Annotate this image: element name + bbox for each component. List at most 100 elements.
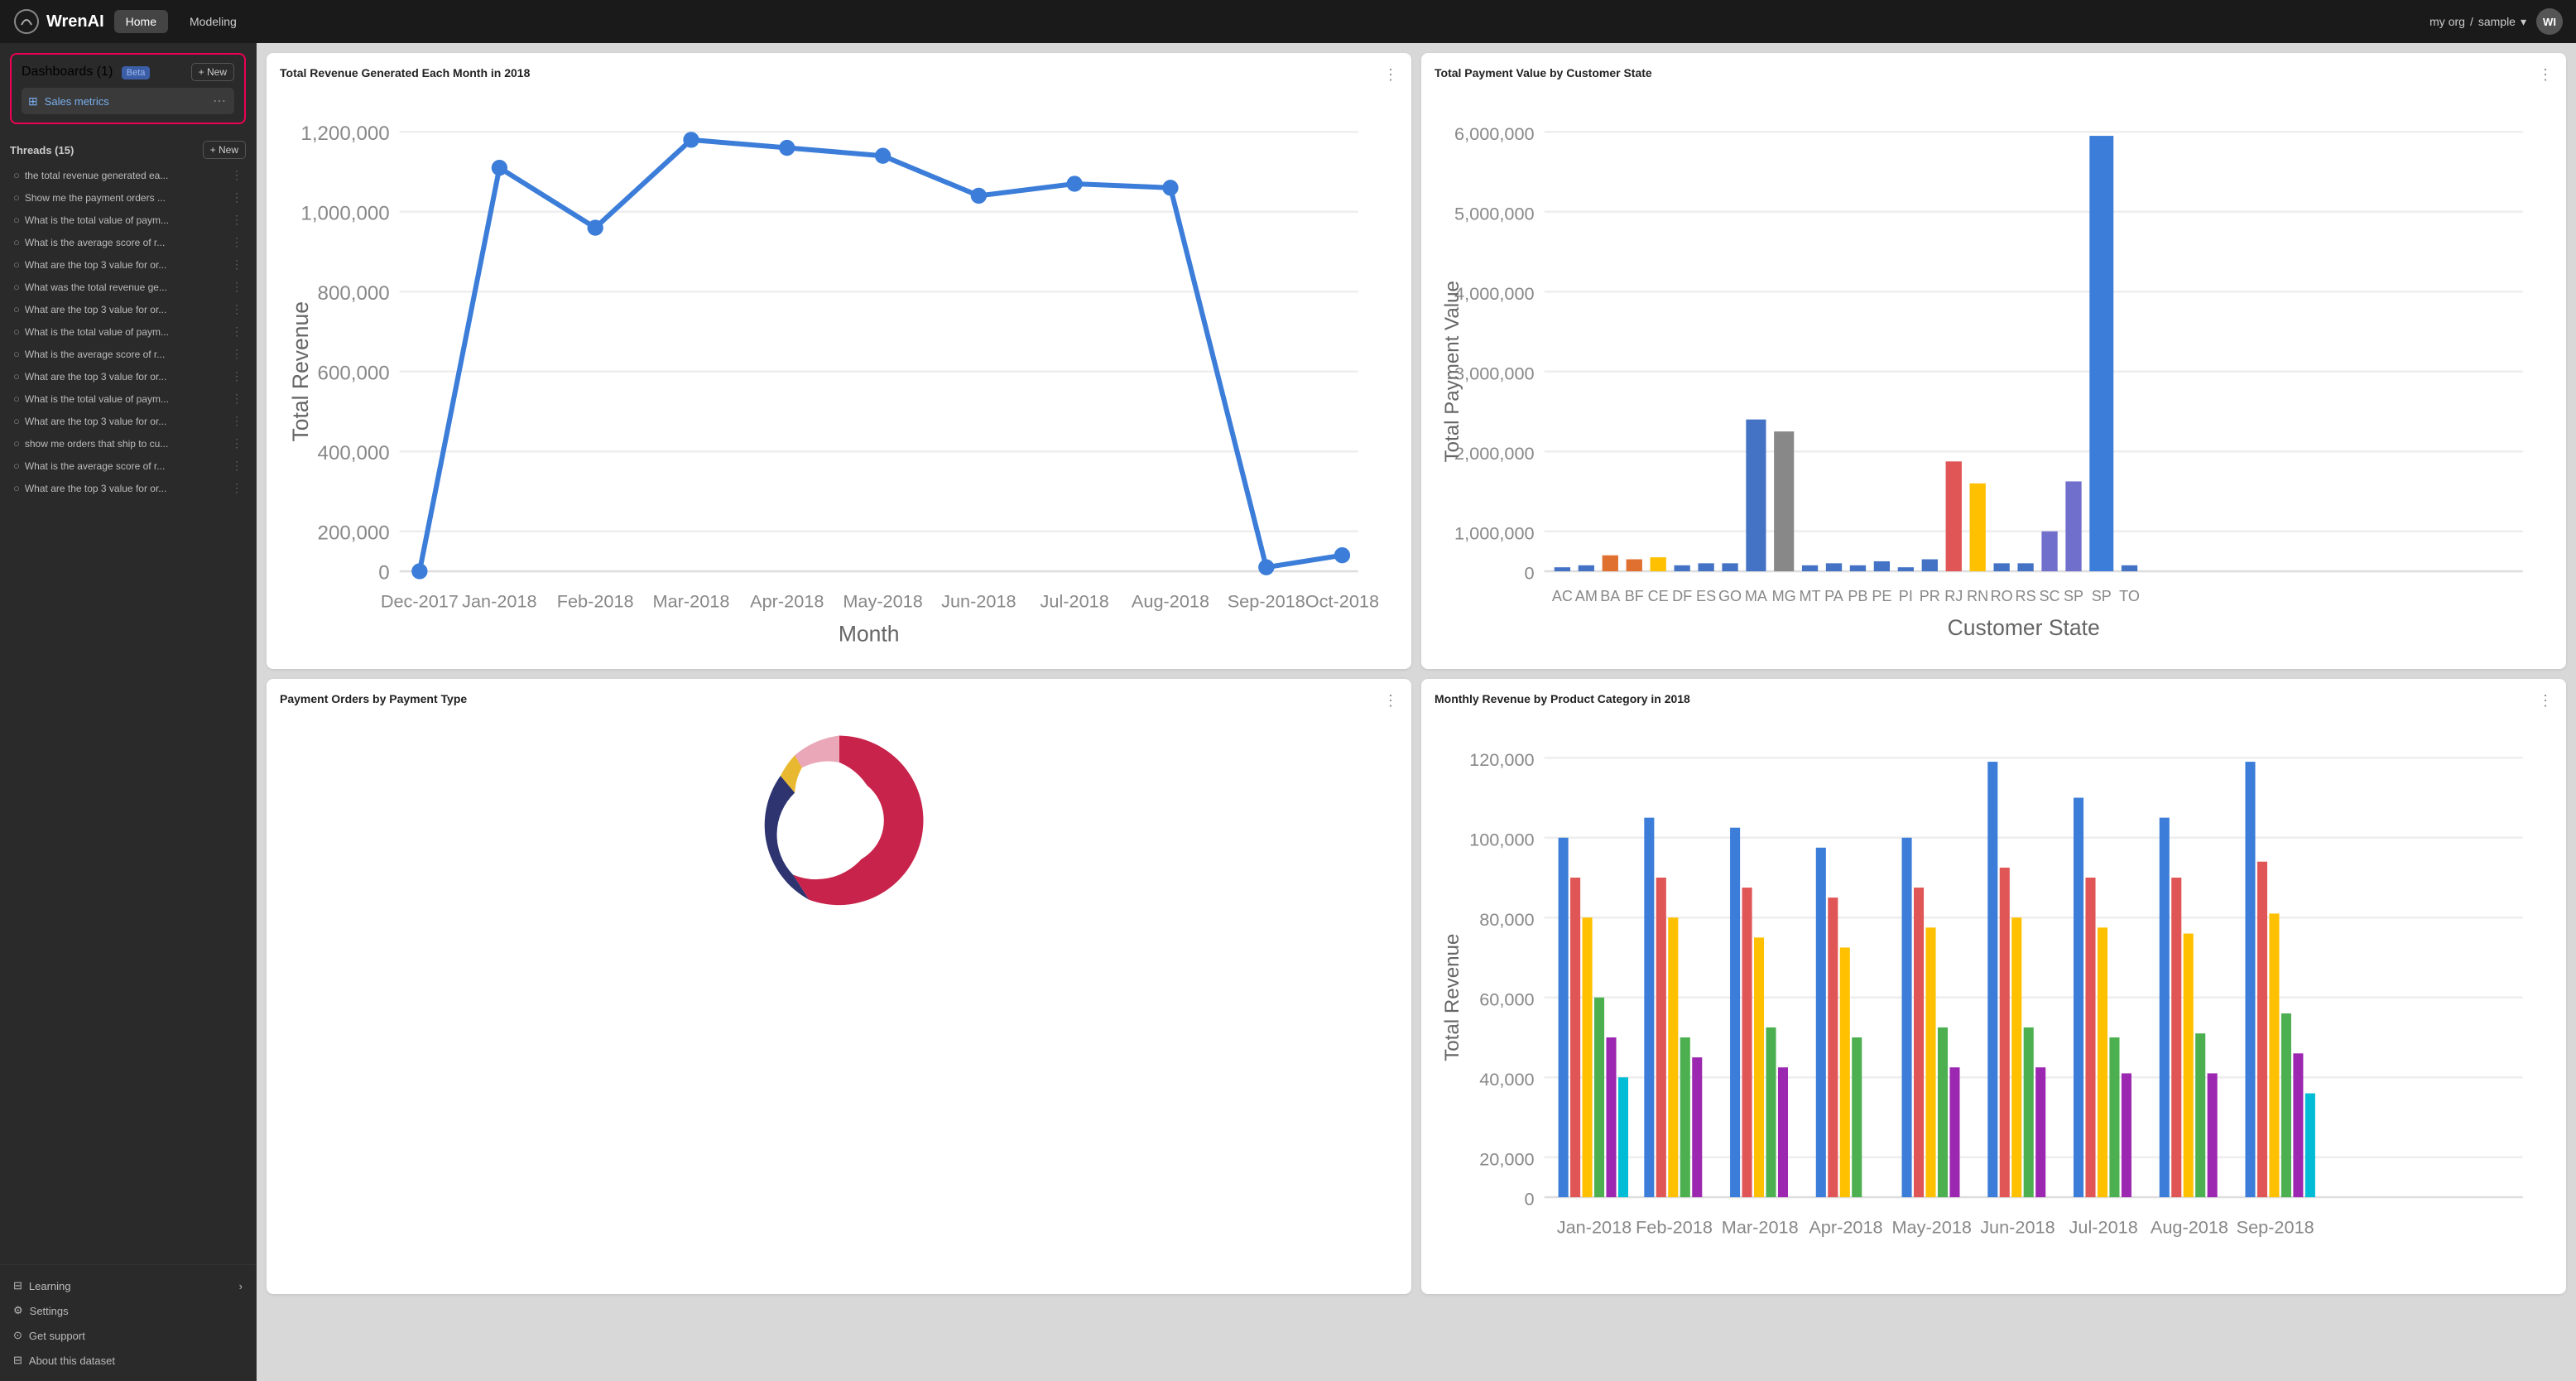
thread-icon: ○ (13, 370, 20, 383)
svg-text:Aug-2018: Aug-2018 (2151, 1216, 2228, 1237)
svg-text:Jun-2018: Jun-2018 (941, 590, 1016, 611)
thread-item[interactable]: ○ the total revenue generated ea... ⋮ (10, 164, 246, 186)
top-navigation: WrenAI Home Modeling my org / sample ▾ W… (0, 0, 2576, 43)
thread-item[interactable]: ○ show me orders that ship to cu... ⋮ (10, 432, 246, 455)
svg-text:TO: TO (2119, 588, 2140, 604)
thread-icon: ○ (13, 214, 20, 226)
sidebar-bottom: ⊟ Learning › ⚙ Settings ⊙ Get support ⊟ … (0, 1264, 256, 1381)
thread-item[interactable]: ○ What are the top 3 value for or... ⋮ (10, 477, 246, 499)
svg-text:3,000,000: 3,000,000 (1454, 363, 1535, 383)
chart-menu-state[interactable]: ⋮ (2538, 66, 2553, 84)
thread-item[interactable]: ○ What is the total value of paym... ⋮ (10, 320, 246, 343)
thread-label: the total revenue generated ea... (25, 170, 226, 181)
thread-menu-button[interactable]: ⋮ (231, 414, 243, 428)
thread-icon: ○ (13, 348, 20, 360)
svg-text:AC: AC (1552, 588, 1573, 604)
thread-menu-button[interactable]: ⋮ (231, 235, 243, 249)
thread-item[interactable]: ○ What is the total value of paym... ⋮ (10, 209, 246, 231)
thread-item[interactable]: ○ What are the top 3 value for or... ⋮ (10, 365, 246, 387)
threads-list: ○ the total revenue generated ea... ⋮ ○ … (10, 164, 246, 499)
thread-menu-button[interactable]: ⋮ (231, 392, 243, 406)
svg-text:Dec-2017: Dec-2017 (381, 590, 459, 611)
logo: WrenAI (13, 8, 104, 35)
chart-header-category: Monthly Revenue by Product Category in 2… (1435, 692, 2553, 710)
svg-text:Mar-2018: Mar-2018 (653, 590, 730, 611)
thread-menu-button[interactable]: ⋮ (231, 325, 243, 339)
thread-item[interactable]: ○ Show me the payment orders ... ⋮ (10, 186, 246, 209)
svg-text:80,000: 80,000 (1479, 908, 1534, 929)
thread-menu-button[interactable]: ⋮ (231, 190, 243, 205)
thread-item[interactable]: ○ What are the top 3 value for or... ⋮ (10, 253, 246, 276)
thread-menu-button[interactable]: ⋮ (231, 168, 243, 182)
thread-item[interactable]: ○ What is the average score of r... ⋮ (10, 455, 246, 477)
thread-menu-button[interactable]: ⋮ (231, 369, 243, 383)
dashboards-title: Dashboards (1) Beta (22, 65, 150, 79)
boleto-segment (795, 735, 839, 767)
thread-label: What is the total value of paym... (25, 393, 226, 405)
svg-text:1,200,000: 1,200,000 (300, 123, 389, 145)
svg-text:Jul-2018: Jul-2018 (2069, 1216, 2138, 1237)
thread-menu-button[interactable]: ⋮ (231, 459, 243, 473)
svg-text:1,000,000: 1,000,000 (1454, 522, 1535, 543)
thread-icon: ○ (13, 392, 20, 405)
svg-text:RS: RS (2016, 588, 2036, 604)
thread-menu-button[interactable]: ⋮ (231, 347, 243, 361)
thread-label: What are the top 3 value for or... (25, 259, 226, 271)
settings-label: Settings (30, 1305, 69, 1317)
thread-item[interactable]: ○ What was the total revenue ge... ⋮ (10, 276, 246, 298)
support-item[interactable]: ⊙ Get support (10, 1323, 246, 1348)
learning-icon: ⊟ (13, 1279, 22, 1292)
dataset-label: About this dataset (29, 1355, 115, 1367)
chart-menu-revenue[interactable]: ⋮ (1383, 66, 1398, 84)
thread-menu-button[interactable]: ⋮ (231, 257, 243, 272)
thread-menu-button[interactable]: ⋮ (231, 436, 243, 450)
category-chart-area: 120,000 100,000 80,000 60,000 40,000 20,… (1435, 718, 2553, 1282)
svg-text:SP: SP (2064, 588, 2083, 604)
thread-icon: ○ (13, 258, 20, 271)
thread-item[interactable]: ○ What is the total value of paym... ⋮ (10, 387, 246, 410)
svg-text:60,000: 60,000 (1479, 989, 1534, 1009)
nav-home-button[interactable]: Home (114, 10, 168, 33)
thread-menu-button[interactable]: ⋮ (231, 280, 243, 294)
sales-metrics-item[interactable]: ⊞ Sales metrics ⋯ (22, 88, 234, 114)
thread-item[interactable]: ○ What are the top 3 value for or... ⋮ (10, 410, 246, 432)
chart-menu-donut[interactable]: ⋮ (1383, 692, 1398, 710)
logo-icon (13, 8, 40, 35)
chevron-right-icon: › (239, 1280, 243, 1292)
sample-name: sample (2478, 15, 2516, 28)
svg-text:Month: Month (839, 621, 900, 646)
new-thread-button[interactable]: + New (203, 141, 246, 159)
thread-icon: ○ (13, 281, 20, 293)
thread-icon: ○ (13, 460, 20, 472)
thread-menu-button[interactable]: ⋮ (231, 302, 243, 316)
svg-text:2,000,000: 2,000,000 (1454, 443, 1535, 464)
thread-icon: ○ (13, 169, 20, 181)
thread-icon: ○ (13, 303, 20, 315)
thread-menu-button[interactable]: ⋮ (231, 481, 243, 495)
svg-text:Total Revenue: Total Revenue (288, 301, 313, 442)
svg-text:ES: ES (1696, 588, 1716, 604)
thread-menu-button[interactable]: ⋮ (231, 213, 243, 227)
new-dashboard-button[interactable]: + New (191, 63, 234, 81)
donut-chart-area (280, 718, 1398, 923)
thread-item[interactable]: ○ What is the average score of r... ⋮ (10, 343, 246, 365)
chart-menu-category[interactable]: ⋮ (2538, 692, 2553, 710)
svg-text:800,000: 800,000 (318, 282, 390, 305)
dashboard-menu-button[interactable]: ⋯ (211, 93, 228, 109)
svg-text:Jan-2018: Jan-2018 (1557, 1216, 1632, 1237)
thread-item[interactable]: ○ What is the average score of r... ⋮ (10, 231, 246, 253)
chart-header-revenue: Total Revenue Generated Each Month in 20… (280, 66, 1398, 84)
thread-item[interactable]: ○ What are the top 3 value for or... ⋮ (10, 298, 246, 320)
svg-text:Jan-2018: Jan-2018 (462, 590, 537, 611)
dashboard-icon: ⊞ (28, 94, 38, 108)
threads-header: Threads (15) + New (10, 141, 246, 159)
avatar[interactable]: WI (2536, 8, 2563, 35)
org-info: my org / sample ▾ (2429, 15, 2526, 29)
svg-text:Jun-2018: Jun-2018 (1980, 1216, 2055, 1237)
learning-item[interactable]: ⊟ Learning › (10, 1273, 246, 1298)
dataset-item[interactable]: ⊟ About this dataset (10, 1348, 246, 1373)
settings-item[interactable]: ⚙ Settings (10, 1298, 246, 1323)
svg-text:DF: DF (1672, 588, 1692, 604)
svg-text:Total Revenue: Total Revenue (1441, 933, 1463, 1061)
nav-modeling-button[interactable]: Modeling (178, 10, 248, 33)
